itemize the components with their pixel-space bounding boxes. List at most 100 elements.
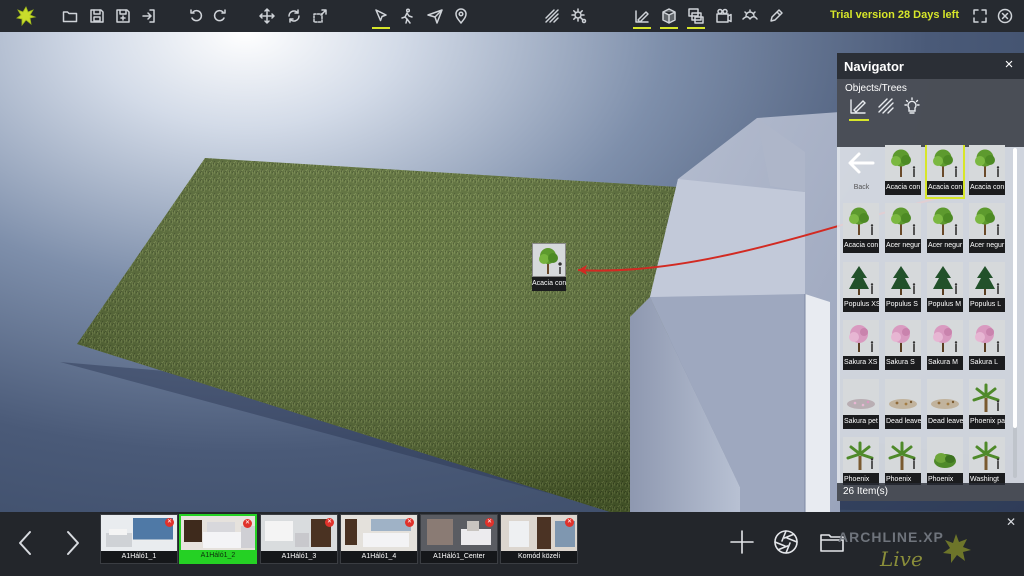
light-tab-icon[interactable]	[903, 97, 923, 117]
edit-pencil-icon[interactable]	[767, 7, 785, 25]
import-icon[interactable]	[140, 7, 158, 25]
add-scene-icon[interactable]	[728, 528, 756, 556]
redo-icon[interactable]	[210, 7, 228, 25]
scene-thumbnail[interactable]: ✕ A1Háló1_2	[179, 514, 257, 564]
navigator-scrollbar[interactable]	[1013, 148, 1017, 478]
back-button[interactable]: Back	[843, 145, 879, 197]
fly-icon[interactable]	[426, 7, 444, 25]
scene-label: A1Háló1_4	[341, 551, 417, 563]
object-item[interactable]: Sakura XS	[843, 320, 879, 372]
conifer-thumbnail-icon	[927, 262, 963, 298]
location-pin-icon[interactable]	[452, 7, 470, 25]
hatch-icon[interactable]	[543, 7, 561, 25]
navigator-panel: Navigator × Objects/Trees Back Acacia co…	[837, 53, 1024, 501]
hatch-tab-icon[interactable]	[877, 97, 897, 117]
object-item[interactable]: Acer negur	[969, 203, 1005, 255]
delete-scene-icon[interactable]: ✕	[565, 518, 574, 527]
scene-thumbnail[interactable]: ✕ A1Háló1_Center	[420, 514, 498, 564]
navigator-title: Navigator	[844, 59, 904, 74]
leaves-thumbnail-icon	[927, 379, 963, 415]
object-item[interactable]: Dead leave	[885, 379, 921, 431]
object-item-label: Acer negur	[885, 239, 921, 253]
scene-bar: ✕ A1Háló1_1 ✕ A1Háló1_2 ✕ A1Háló1_3 ✕ A1…	[0, 512, 1024, 576]
object-item[interactable]: Sakura pet	[843, 379, 879, 431]
object-item[interactable]: Sakura L	[969, 320, 1005, 372]
landscape-icon[interactable]	[741, 7, 759, 25]
archline-live-logo: ARCHLINE.XP Live	[836, 526, 980, 571]
back-label: Back	[853, 184, 870, 191]
conifer-thumbnail-icon	[843, 262, 879, 298]
fullscreen-icon[interactable]	[971, 7, 989, 25]
select-pointer-icon[interactable]	[372, 7, 390, 29]
rotate-icon[interactable]	[285, 7, 303, 25]
scrollbar-thumb[interactable]	[1013, 148, 1017, 428]
walk-icon[interactable]	[398, 7, 416, 25]
delete-scene-icon[interactable]: ✕	[325, 518, 334, 527]
object-item[interactable]: Acacia con	[925, 145, 965, 199]
navigator-footer: 26 Item(s)	[837, 483, 1024, 501]
object-item[interactable]: Populus M	[927, 262, 963, 314]
object-item[interactable]: Populus S	[885, 262, 921, 314]
object-item-label: Phoenix pa	[969, 415, 1005, 429]
app-logo-icon[interactable]	[14, 4, 38, 28]
conifer-thumbnail-icon	[885, 262, 921, 298]
object-cube-icon[interactable]	[660, 7, 678, 29]
object-item[interactable]: Phoenix	[885, 437, 921, 485]
sakura-thumbnail-icon	[885, 320, 921, 356]
object-item-label: Dead leave	[927, 415, 963, 429]
object-item-label: Acer negur	[927, 239, 963, 253]
tree-thumbnail-icon	[885, 145, 921, 181]
palm-thumbnail-icon	[885, 437, 921, 473]
sun-settings-icon[interactable]	[570, 7, 588, 25]
object-item-label: Sakura pet	[843, 415, 879, 429]
close-icon[interactable]	[996, 7, 1014, 25]
save-as-icon[interactable]	[114, 7, 132, 25]
camera-icon[interactable]	[715, 7, 733, 25]
object-item-label: Acacia con	[927, 181, 963, 195]
object-item[interactable]: Populus L	[969, 262, 1005, 314]
object-item[interactable]: Sakura S	[885, 320, 921, 372]
scene-thumbnail[interactable]: ✕ A1Háló1_1	[100, 514, 178, 564]
delete-scene-icon[interactable]: ✕	[165, 518, 174, 527]
delete-scene-icon[interactable]: ✕	[405, 518, 414, 527]
delete-scene-icon[interactable]: ✕	[243, 519, 252, 528]
save-icon[interactable]	[88, 7, 106, 25]
scale-icon[interactable]	[311, 7, 329, 25]
object-item[interactable]: Dead leave	[927, 379, 963, 431]
object-item[interactable]: Acacia con	[843, 203, 879, 255]
object-item[interactable]: Phoenix	[843, 437, 879, 485]
object-item-label: Populus S	[885, 298, 921, 312]
scene-images-icon[interactable]	[687, 7, 705, 29]
object-item-label: Acacia con	[843, 239, 879, 253]
previous-scene-button[interactable]	[13, 528, 39, 558]
scene-thumbnail[interactable]: ✕ Komód közeli	[500, 514, 578, 564]
object-item[interactable]: Acer negur	[885, 203, 921, 255]
brush-tab-icon[interactable]	[849, 97, 869, 121]
render-shutter-icon[interactable]	[772, 528, 800, 556]
object-item[interactable]: Acer negur	[927, 203, 963, 255]
trial-notice: Trial version 28 Days left	[829, 9, 959, 21]
open-folder-icon[interactable]	[61, 7, 79, 25]
scene-bar-close-icon[interactable]: ✕	[1005, 516, 1017, 528]
object-item-label: Acer negur	[969, 239, 1005, 253]
move-icon[interactable]	[258, 7, 276, 25]
material-brush-icon[interactable]	[633, 7, 651, 29]
object-item[interactable]: Acacia con	[969, 145, 1005, 197]
scene-label: Komód közeli	[501, 551, 577, 563]
object-item[interactable]: Acacia con	[885, 145, 921, 197]
object-item[interactable]: Washingt	[969, 437, 1005, 485]
object-item[interactable]: Sakura M	[927, 320, 963, 372]
object-item[interactable]: Populus XS	[843, 262, 879, 314]
palm-thumbnail-icon	[969, 437, 1005, 473]
delete-scene-icon[interactable]: ✕	[485, 518, 494, 527]
scene-thumbnail[interactable]: ✕ A1Háló1_4	[340, 514, 418, 564]
next-scene-button[interactable]	[59, 528, 85, 558]
object-item[interactable]: Phoenix pa	[969, 379, 1005, 431]
object-item[interactable]: Phoenix	[927, 437, 963, 485]
dragged-tree-preview[interactable]: Acacia con	[532, 243, 566, 295]
item-count: 26 Item(s)	[843, 486, 889, 497]
object-item-label: Populus L	[969, 298, 1005, 312]
scene-thumbnail[interactable]: ✕ A1Háló1_3	[260, 514, 338, 564]
undo-icon[interactable]	[188, 7, 206, 25]
navigator-close-icon[interactable]: ×	[1002, 57, 1016, 72]
